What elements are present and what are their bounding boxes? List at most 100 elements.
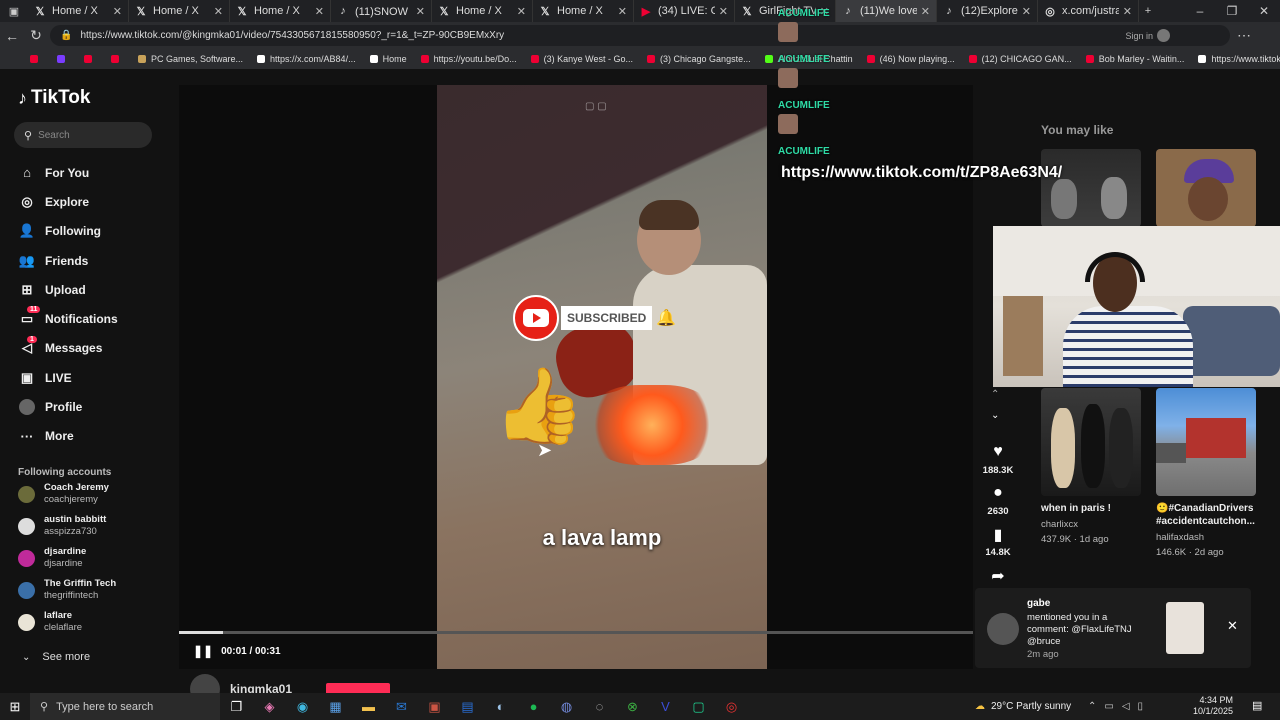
outlook-icon[interactable]: ✉	[385, 699, 418, 715]
comment-button[interactable]: ● 2630	[979, 484, 1017, 517]
close-tab-icon[interactable]: ✕	[113, 5, 122, 18]
following-account[interactable]: laflare clelaflare	[18, 606, 168, 638]
bookmark-item[interactable]	[111, 55, 124, 63]
refresh-icon[interactable]: ↻	[24, 24, 48, 48]
spotify-icon[interactable]: ●	[517, 699, 550, 714]
edge-icon[interactable]: ◉	[286, 699, 319, 715]
chevron-up-icon[interactable]: ⌃	[991, 389, 999, 400]
task-view-icon[interactable]: ❐	[220, 699, 253, 715]
browser-tab[interactable]: 𝕏 Home / X ✕	[230, 0, 331, 22]
bookmark-item[interactable]: https://youtu.be/Do...	[420, 54, 517, 64]
browser-tab[interactable]: ♪ (11)SNOW ❄ (✕	[331, 0, 432, 22]
app-icon[interactable]: ◌	[583, 699, 616, 714]
bookmark-item[interactable]: https://x.com/AB84/...	[257, 54, 356, 64]
steam-icon[interactable]: ◐	[484, 699, 517, 714]
browser-tab[interactable]: 𝕏 Home / X ✕	[28, 0, 129, 22]
bookmark-item[interactable]: Bob Marley - Waitin...	[1085, 54, 1184, 64]
close-tab-icon[interactable]: ✕	[315, 5, 324, 18]
recommend-thumbnail[interactable]	[1156, 149, 1256, 227]
recommend-card[interactable]: when in paris ! charlixcx 437.9K · 1d ag…	[1041, 502, 1156, 545]
new-tab-button[interactable]: +	[1139, 5, 1157, 17]
store-icon[interactable]: ▦	[319, 699, 352, 715]
notifications-icon[interactable]: ▤	[1252, 699, 1262, 712]
sidebar-item-for-you[interactable]: ⌂ For You	[18, 158, 168, 187]
following-account[interactable]: djsardine djsardine	[18, 542, 168, 574]
bookmark-item[interactable]	[84, 55, 97, 63]
taskbar-search-input[interactable]: ⚲ Type here to search	[30, 693, 220, 720]
browser-tab[interactable]: 𝕏 Home / X ✕	[129, 0, 230, 22]
weather-widget[interactable]: ☁ 29°C Partly sunny	[975, 693, 1071, 720]
sidebar-item-notifications[interactable]: ▭ 11 Notifications	[18, 304, 168, 333]
browser-tab[interactable]: ♪ (12)Explore ✕	[937, 0, 1038, 22]
bookmark-item[interactable]: PC Games, Software...	[138, 54, 243, 64]
video-frame[interactable]: ▢ ▢ SUBSCRIBED 🔔 👍 ➤ a lava lamp	[437, 85, 767, 669]
discord-icon[interactable]: ◍	[550, 699, 583, 715]
browser-tab[interactable]: 𝕏 Home / X ✕	[432, 0, 533, 22]
sidebar-item-explore[interactable]: ◎ Explore	[18, 187, 168, 216]
heart-button[interactable]: ♥ 188.3K	[979, 443, 1017, 476]
close-tab-icon[interactable]: ✕	[416, 5, 425, 18]
close-icon[interactable]: ✕	[1227, 618, 1238, 634]
bookmark-item[interactable]: https://www.tiktok.c...	[1198, 54, 1280, 64]
sidebar-item-friends[interactable]: 👥 Friends	[18, 246, 168, 275]
bookmark-item[interactable]	[57, 55, 70, 63]
url-field[interactable]: 🔒 https://www.tiktok.com/@kingmka01/vide…	[50, 25, 1230, 46]
file-explorer-icon[interactable]: ▬	[352, 699, 385, 714]
sidebar-item-profile[interactable]: Profile	[18, 392, 168, 421]
minimize-icon[interactable]: –	[1184, 0, 1216, 22]
sign-in-button[interactable]: Sign in	[1125, 29, 1170, 42]
close-tab-icon[interactable]: ✕	[1022, 5, 1031, 18]
sidebar-item-live[interactable]: ▣ LIVE	[18, 363, 168, 392]
recommend-thumbnail[interactable]	[1041, 149, 1141, 227]
close-window-icon[interactable]: ✕	[1248, 0, 1280, 22]
sidebar-item-more[interactable]: ··· More	[18, 422, 168, 451]
following-account[interactable]: The Griffin Tech thegriffintech	[18, 574, 168, 606]
bookmark-item[interactable]: (3) Chicago Gangste...	[647, 54, 751, 64]
search-input[interactable]: ⚲ Search	[14, 122, 152, 148]
sidebar-item-following[interactable]: 👤 Following	[18, 217, 168, 246]
pause-icon[interactable]: ❚❚	[193, 644, 213, 658]
browser-menu-icon[interactable]: ⋯	[1232, 24, 1256, 48]
bookmark-item[interactable]: (3) Kanye West - Go...	[530, 54, 633, 64]
close-tab-icon[interactable]: ✕	[214, 5, 223, 18]
close-tab-icon[interactable]: ✕	[1123, 5, 1132, 18]
tiktok-logo[interactable]: ♪ TikTok	[18, 87, 90, 109]
chevron-down-icon[interactable]: ⌄	[991, 410, 999, 421]
network-icon[interactable]: ▭	[1104, 701, 1113, 712]
browser-tab[interactable]: ♪ (11)We love you ✕	[836, 0, 937, 22]
following-account[interactable]: Coach Jeremy coachjeremy	[18, 478, 168, 510]
bookmark-item[interactable]	[30, 55, 43, 63]
app-icon[interactable]: ▣	[418, 699, 451, 715]
close-tab-icon[interactable]: ✕	[517, 5, 526, 18]
browser-tab[interactable]: ▶ (34) LIVE: Global ✕	[634, 0, 735, 22]
restore-icon[interactable]: ❐	[1216, 0, 1248, 22]
copilot-icon[interactable]: ◈	[253, 699, 286, 715]
taskbar-clock[interactable]: 4:34 PM 10/1/2025	[1193, 695, 1233, 717]
bookmark-item[interactable]: Home	[369, 54, 407, 64]
bookmark-item[interactable]: (12) CHICAGO GAN...	[968, 54, 1072, 64]
recommend-thumbnail[interactable]	[1156, 388, 1256, 496]
notification-toast[interactable]: gabe mentioned you in a comment: @FlaxLi…	[975, 588, 1251, 668]
browser-tab[interactable]: 𝕏 Home / X ✕	[533, 0, 634, 22]
xbox-icon[interactable]: ⊗	[616, 699, 649, 715]
bookmark-item[interactable]: (46) Now playing...	[866, 54, 955, 64]
browser-tab[interactable]: ◎ x.com/justrar3/s ✕	[1038, 0, 1139, 22]
see-more-button[interactable]: ⌄ See more	[22, 651, 90, 663]
close-tab-icon[interactable]: ✕	[719, 5, 728, 18]
sidebar-item-upload[interactable]: ⊞ Upload	[18, 275, 168, 304]
close-tab-icon[interactable]: ✕	[921, 5, 930, 18]
window-menu-icon[interactable]: ▣	[0, 0, 28, 22]
app-icon[interactable]: ▢	[682, 699, 715, 715]
app-icon[interactable]: ◎	[715, 699, 748, 715]
app-icon[interactable]: ▤	[451, 699, 484, 715]
windows-start-icon[interactable]: ⊞	[0, 699, 30, 715]
share-button[interactable]: ➦	[979, 566, 1017, 588]
volume-icon[interactable]: ◁	[1122, 701, 1130, 712]
chevron-up-icon[interactable]: ⌃	[1088, 701, 1096, 712]
following-account[interactable]: austin babbitt asspizza730	[18, 510, 168, 542]
recommend-thumbnail[interactable]	[1041, 388, 1141, 496]
back-icon[interactable]: ←	[0, 24, 24, 48]
battery-icon[interactable]: ▯	[1138, 701, 1144, 712]
recommend-card[interactable]: 🙂#CanadianDrivers #accidentcautchon... h…	[1156, 502, 1271, 558]
sidebar-item-messages[interactable]: ◁ 1 Messages	[18, 334, 168, 363]
